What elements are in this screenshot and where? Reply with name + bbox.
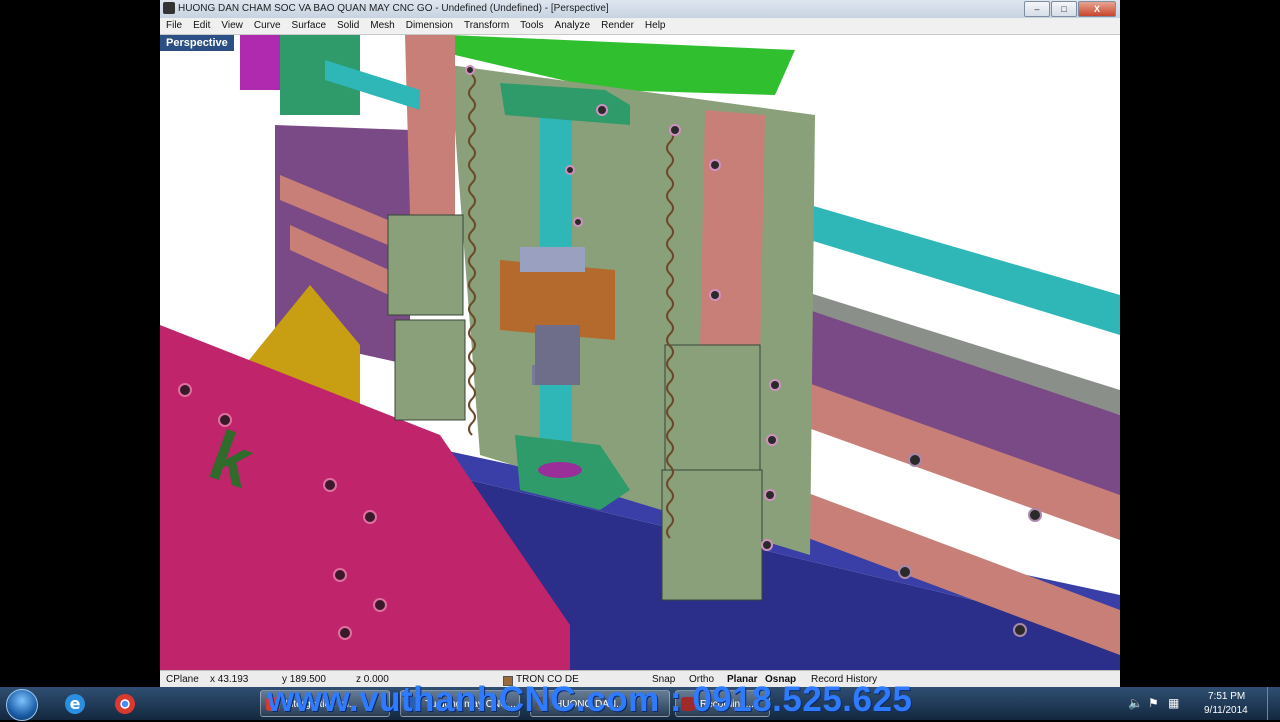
network-icon[interactable]: ▦ [1168, 696, 1179, 710]
menu-bar: File Edit View Curve Surface Solid Mesh … [160, 18, 1120, 35]
menu-solid[interactable]: Solid [331, 18, 364, 34]
menu-help[interactable]: Help [639, 18, 671, 34]
menu-surface[interactable]: Surface [286, 18, 331, 34]
chrome-icon[interactable] [110, 691, 140, 717]
menu-view[interactable]: View [215, 18, 248, 34]
x-coordinate: x 43.193 [210, 674, 249, 685]
menu-mesh[interactable]: Mesh [364, 18, 399, 34]
cplane-label[interactable]: CPlane [166, 674, 199, 685]
close-button[interactable]: X [1078, 1, 1116, 17]
menu-curve[interactable]: Curve [248, 18, 286, 34]
stepper-motor [240, 35, 285, 90]
vertical-rail-left [405, 35, 455, 220]
show-desktop-button[interactable] [1267, 687, 1280, 720]
ie-icon[interactable]: e [60, 691, 90, 717]
speaker-icon[interactable]: 🔈 [1128, 696, 1143, 710]
taskbar-left: e [0, 687, 160, 721]
website-watermark: www.vuthanhCNC.com : 0918.525.625 [267, 680, 913, 719]
rhino-window: HUONG DAN CHAM SOC VA BAO QUAN MAY CNC G… [160, 0, 1120, 720]
menu-file[interactable]: File [160, 18, 187, 34]
minimize-button[interactable]: – [1024, 1, 1050, 17]
bearing-block-right-top [664, 344, 761, 471]
bearing-block-left-bottom [394, 319, 466, 421]
flag-icon[interactable]: ⚑ [1148, 696, 1159, 710]
perspective-viewport[interactable]: k Perspective [160, 35, 1120, 670]
menu-edit[interactable]: Edit [187, 18, 215, 34]
menu-render[interactable]: Render [595, 18, 639, 34]
menu-dimension[interactable]: Dimension [400, 18, 458, 34]
cnc-model-render: k [160, 35, 1120, 670]
menu-tools[interactable]: Tools [514, 18, 548, 34]
clock-time[interactable]: 7:51 PM [1208, 691, 1245, 702]
svg-text:e: e [70, 694, 81, 713]
system-tray: 🔈 ⚑ ▦ 7:51 PM 9/11/2014 [1120, 687, 1280, 720]
vertical-rail-right [700, 110, 765, 355]
window-title: HUONG DAN CHAM SOC VA BAO QUAN MAY CNC G… [178, 3, 609, 14]
bearing-block-left-top [387, 214, 464, 316]
start-button[interactable] [6, 689, 38, 721]
menu-transform[interactable]: Transform [458, 18, 514, 34]
maximize-button[interactable]: □ [1051, 1, 1077, 17]
menu-analyze[interactable]: Analyze [549, 18, 596, 34]
clock-date[interactable]: 9/11/2014 [1204, 705, 1248, 716]
title-bar: HUONG DAN CHAM SOC VA BAO QUAN MAY CNC G… [160, 0, 1120, 19]
viewport-label[interactable]: Perspective [160, 35, 234, 51]
app-icon [163, 2, 175, 14]
bearing-block-right-bottom [661, 469, 763, 601]
